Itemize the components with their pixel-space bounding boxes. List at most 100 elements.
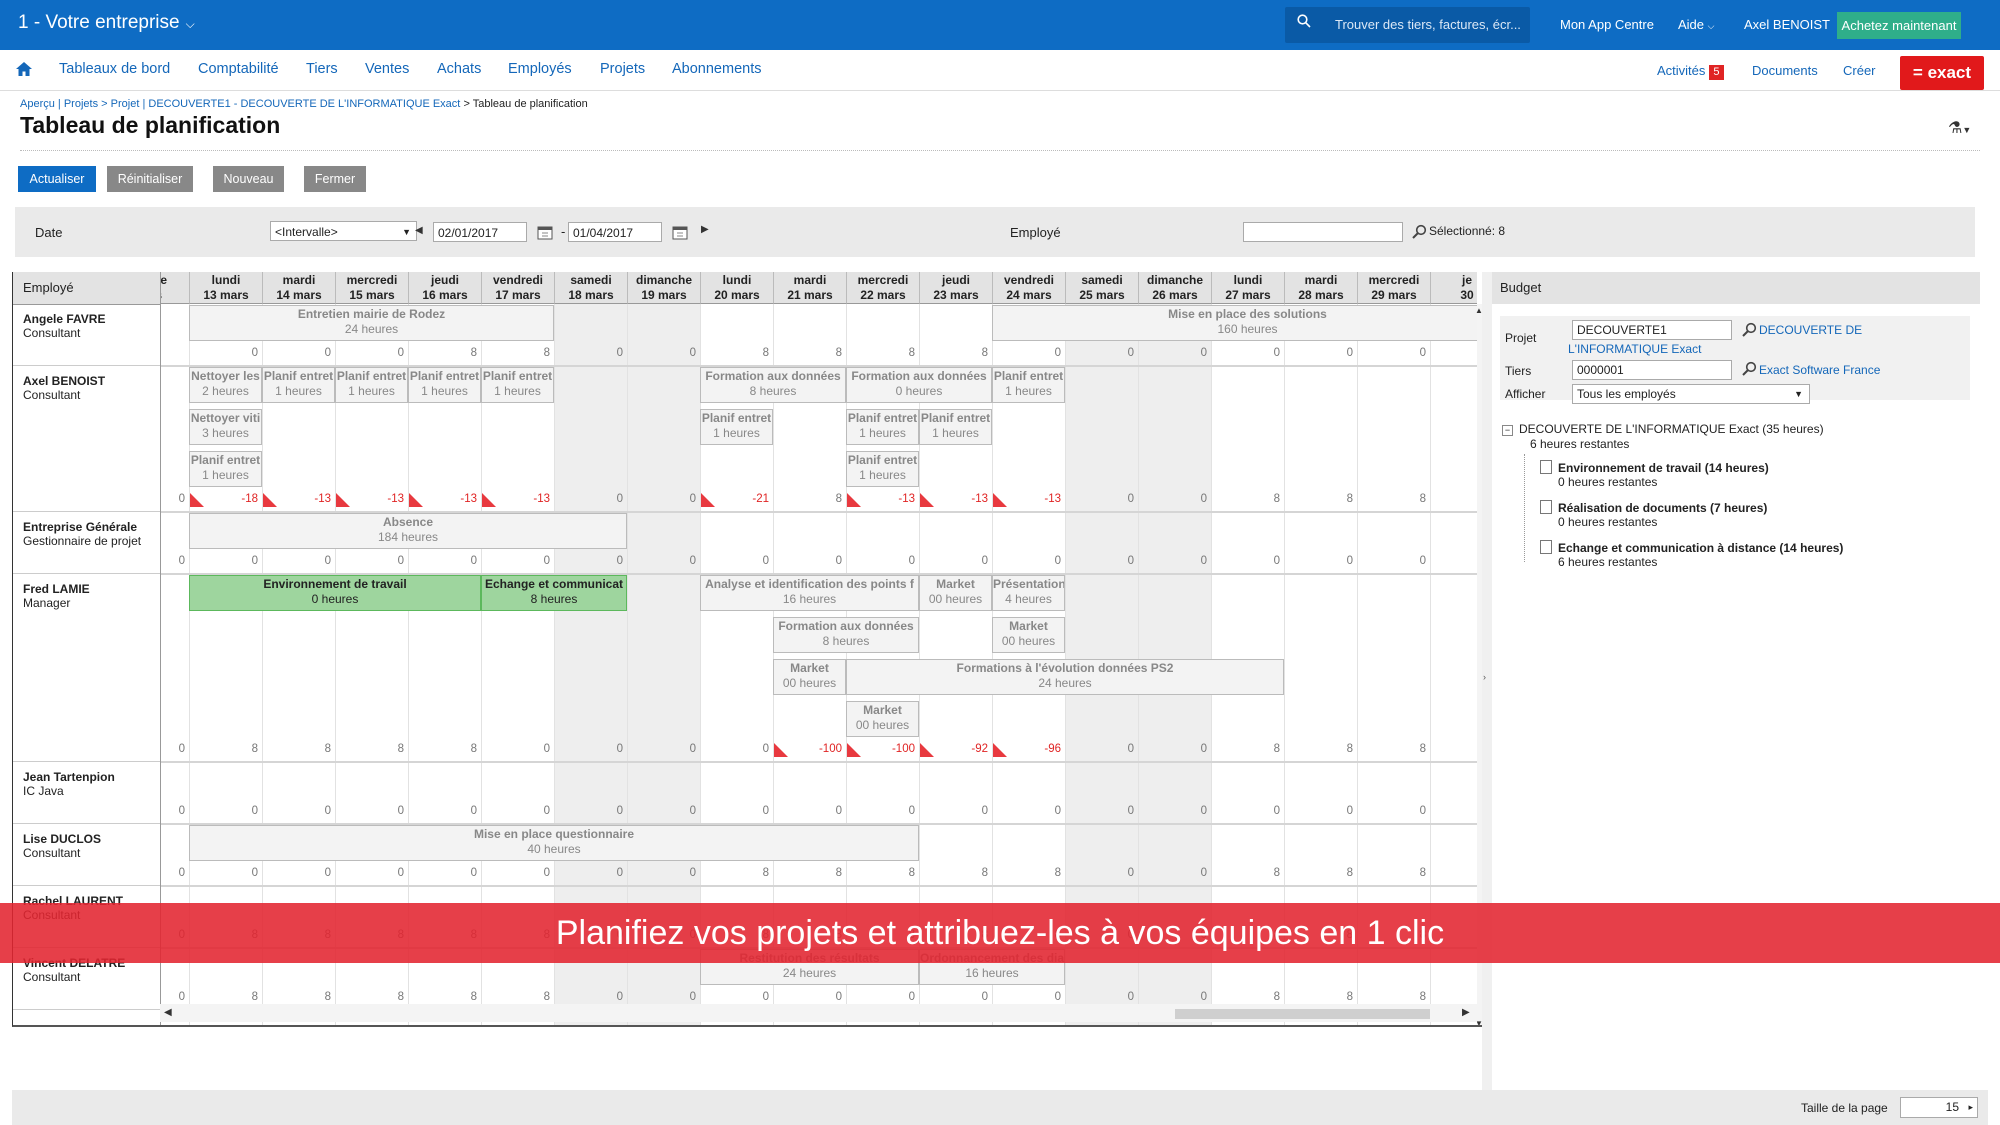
task-block[interactable]: Market 00 heures <box>846 701 919 737</box>
date-from-input[interactable]: 02/01/2017 <box>433 222 527 242</box>
employee-row-header[interactable]: Fred LAMIE Manager <box>13 574 160 762</box>
horizontal-scrollbar[interactable]: ◀ ▶ <box>160 1004 1477 1022</box>
nav-tiers[interactable]: Tiers <box>306 61 338 77</box>
collapse-icon[interactable]: − <box>1502 425 1513 436</box>
employee-row-header[interactable]: Angele FAVRE Consultant <box>13 304 160 366</box>
day-header[interactable]: lundi 27 mars <box>1211 272 1284 304</box>
task-block[interactable]: Planif entret 1 heures <box>408 367 481 403</box>
task-block[interactable]: Formation aux données 8 heures <box>773 617 919 653</box>
lookup-icon[interactable] <box>1741 361 1757 377</box>
task-block[interactable]: Nettoyer les 2 heures <box>189 367 262 403</box>
nav-projects[interactable]: Projets <box>600 61 645 77</box>
day-header[interactable]: samedi 18 mars <box>554 272 627 304</box>
task-block[interactable]: Formations à l'évolution données PS2 24 h… <box>846 659 1284 695</box>
task-block[interactable]: Planif entret 1 heures <box>846 451 919 487</box>
nav-purchases[interactable]: Achats <box>437 61 481 77</box>
show-select[interactable]: Tous les employés ▼ <box>1572 384 1810 404</box>
reset-button[interactable]: Réinitialiser <box>107 166 193 192</box>
day-header[interactable]: vendredi 24 mars <box>992 272 1065 304</box>
scroll-left-icon[interactable]: ◀ <box>164 1007 172 1018</box>
day-header[interactable]: dimanche 26 mars <box>1138 272 1211 304</box>
project-link-line1[interactable]: DECOUVERTE DE <box>1759 323 1862 337</box>
task-block[interactable]: Planif entret 1 heures <box>846 409 919 445</box>
task-block[interactable]: Planif entret 1 heures <box>335 367 408 403</box>
create-link[interactable]: Créer <box>1843 63 1876 78</box>
day-header[interactable]: vendredi 17 mars <box>481 272 554 304</box>
day-header[interactable]: dimanche 19 mars <box>627 272 700 304</box>
spinner-arrow-icon[interactable]: ▸ <box>1968 1098 1973 1117</box>
task-block[interactable]: Planif entret 1 heures <box>262 367 335 403</box>
nav-employees[interactable]: Employés <box>508 61 572 77</box>
day-header[interactable]: mardi 28 mars <box>1284 272 1357 304</box>
date-to-input[interactable]: 01/04/2017 <box>568 222 662 242</box>
refresh-button[interactable]: Actualiser <box>18 166 96 192</box>
task-block[interactable]: Echange et communicat 8 heures <box>481 575 627 611</box>
day-header[interactable]: jeudi 23 mars <box>919 272 992 304</box>
task-block[interactable]: Market 00 heures <box>773 659 846 695</box>
next-arrow-icon[interactable]: ▶ <box>701 224 709 235</box>
day-header[interactable]: nchears <box>160 272 189 304</box>
horizontal-scroll-thumb[interactable] <box>1175 1009 1430 1019</box>
project-link-line2[interactable]: L'INFORMATIQUE Exact <box>1568 342 1701 356</box>
task-block[interactable]: Environnement de travail 0 heures <box>189 575 481 611</box>
day-header[interactable]: mardi 14 mars <box>262 272 335 304</box>
task-block[interactable]: Mise en place questionnaire 40 heures <box>189 825 919 861</box>
task-block[interactable]: Analyse et identification des points f 16… <box>700 575 919 611</box>
crumb-project-name[interactable]: DECOUVERTE1 - DECOUVERTE DE L'INFORMATIQ… <box>148 98 460 110</box>
task-block[interactable]: Planif entret 1 heures <box>992 367 1065 403</box>
nav-subscriptions[interactable]: Abonnements <box>672 61 761 77</box>
task-block[interactable]: Entretien mairie de Rodez 24 heures <box>189 305 554 341</box>
close-button[interactable]: Fermer <box>304 166 366 192</box>
employee-row-header[interactable]: Entreprise Générale Gestionnaire de proje… <box>13 512 160 574</box>
day-header[interactable]: samedi 25 mars <box>1065 272 1138 304</box>
employee-row-header[interactable]: Jean Tartenpion IC Java <box>13 762 160 824</box>
task-block[interactable]: Nettoyer viti 3 heures <box>189 409 262 445</box>
tree-item[interactable]: Réalisation de documents (7 heures) 0 heu… <box>1502 500 1843 529</box>
employee-row-header[interactable]: Axel BENOIST Consultant <box>13 366 160 512</box>
day-header[interactable]: je 30 <box>1430 272 1477 304</box>
tree-root[interactable]: − DECOUVERTE DE L'INFORMATIQUE Exact (35 … <box>1502 422 1843 436</box>
company-selector[interactable]: 1 - Votre entreprise ⌵ <box>18 12 195 34</box>
day-header[interactable]: mercredi 22 mars <box>846 272 919 304</box>
employee-row-header[interactable]: Lise DUCLOS Consultant <box>13 824 160 886</box>
activities-link[interactable]: Activités 5 <box>1657 63 1724 80</box>
day-header[interactable]: jeudi 16 mars <box>408 272 481 304</box>
task-block[interactable]: Market 00 heures <box>919 575 992 611</box>
help-menu[interactable]: Aide ⌵ <box>1678 17 1714 32</box>
prev-arrow-icon[interactable]: ◀ <box>415 225 423 236</box>
task-block[interactable]: Présentation 4 heures <box>992 575 1065 611</box>
user-menu[interactable]: Axel BENOIST <box>1744 17 1830 32</box>
task-block[interactable]: Formation aux données 8 heures <box>700 367 846 403</box>
tree-item[interactable]: Environnement de travail (14 heures) 0 he… <box>1502 460 1843 489</box>
day-header[interactable]: lundi 13 mars <box>189 272 262 304</box>
task-block[interactable]: Mise en place des solutions 160 heures <box>992 305 1477 341</box>
task-block[interactable]: Planif entret 1 heures <box>481 367 554 403</box>
task-block[interactable]: Planif entret 1 heures <box>919 409 992 445</box>
task-block[interactable]: Formation aux données 0 heures <box>846 367 992 403</box>
task-block[interactable]: Planif entret 1 heures <box>189 451 262 487</box>
global-search[interactable]: Trouver des tiers, factures, écr... <box>1285 7 1530 43</box>
documents-link[interactable]: Documents <box>1752 63 1818 78</box>
nav-accounting[interactable]: Comptabilité <box>198 61 279 77</box>
task-block[interactable]: Planif entret 1 heures <box>700 409 773 445</box>
tiers-code-input[interactable]: 0000001 <box>1572 360 1732 380</box>
day-header[interactable]: mercredi 29 mars <box>1357 272 1430 304</box>
task-block[interactable]: Absence 184 heures <box>189 513 627 549</box>
calendar-icon[interactable] <box>537 224 553 240</box>
new-button[interactable]: Nouveau <box>213 166 284 192</box>
tiers-link[interactable]: Exact Software France <box>1759 363 1880 377</box>
employee-input[interactable] <box>1243 222 1403 242</box>
page-size-input[interactable]: 15 ▸ <box>1900 1097 1978 1118</box>
calendar-icon[interactable] <box>672 224 688 240</box>
tree-item[interactable]: Echange et communication à distance (14 … <box>1502 540 1843 569</box>
crumb-apercu[interactable]: Aperçu <box>20 98 55 110</box>
nav-sales[interactable]: Ventes <box>365 61 409 77</box>
panel-splitter[interactable]: › <box>1482 272 1492 1092</box>
scroll-right-icon[interactable]: ▶ <box>1462 1007 1470 1018</box>
app-centre-link[interactable]: Mon App Centre <box>1560 17 1654 32</box>
project-code-input[interactable]: DECOUVERTE1 <box>1572 320 1732 340</box>
lookup-icon[interactable] <box>1411 224 1427 240</box>
collapse-arrow-icon[interactable]: › <box>1483 672 1486 682</box>
day-header[interactable]: mercredi 15 mars <box>335 272 408 304</box>
tools-icon[interactable]: ⚗▼ <box>1948 118 1971 138</box>
